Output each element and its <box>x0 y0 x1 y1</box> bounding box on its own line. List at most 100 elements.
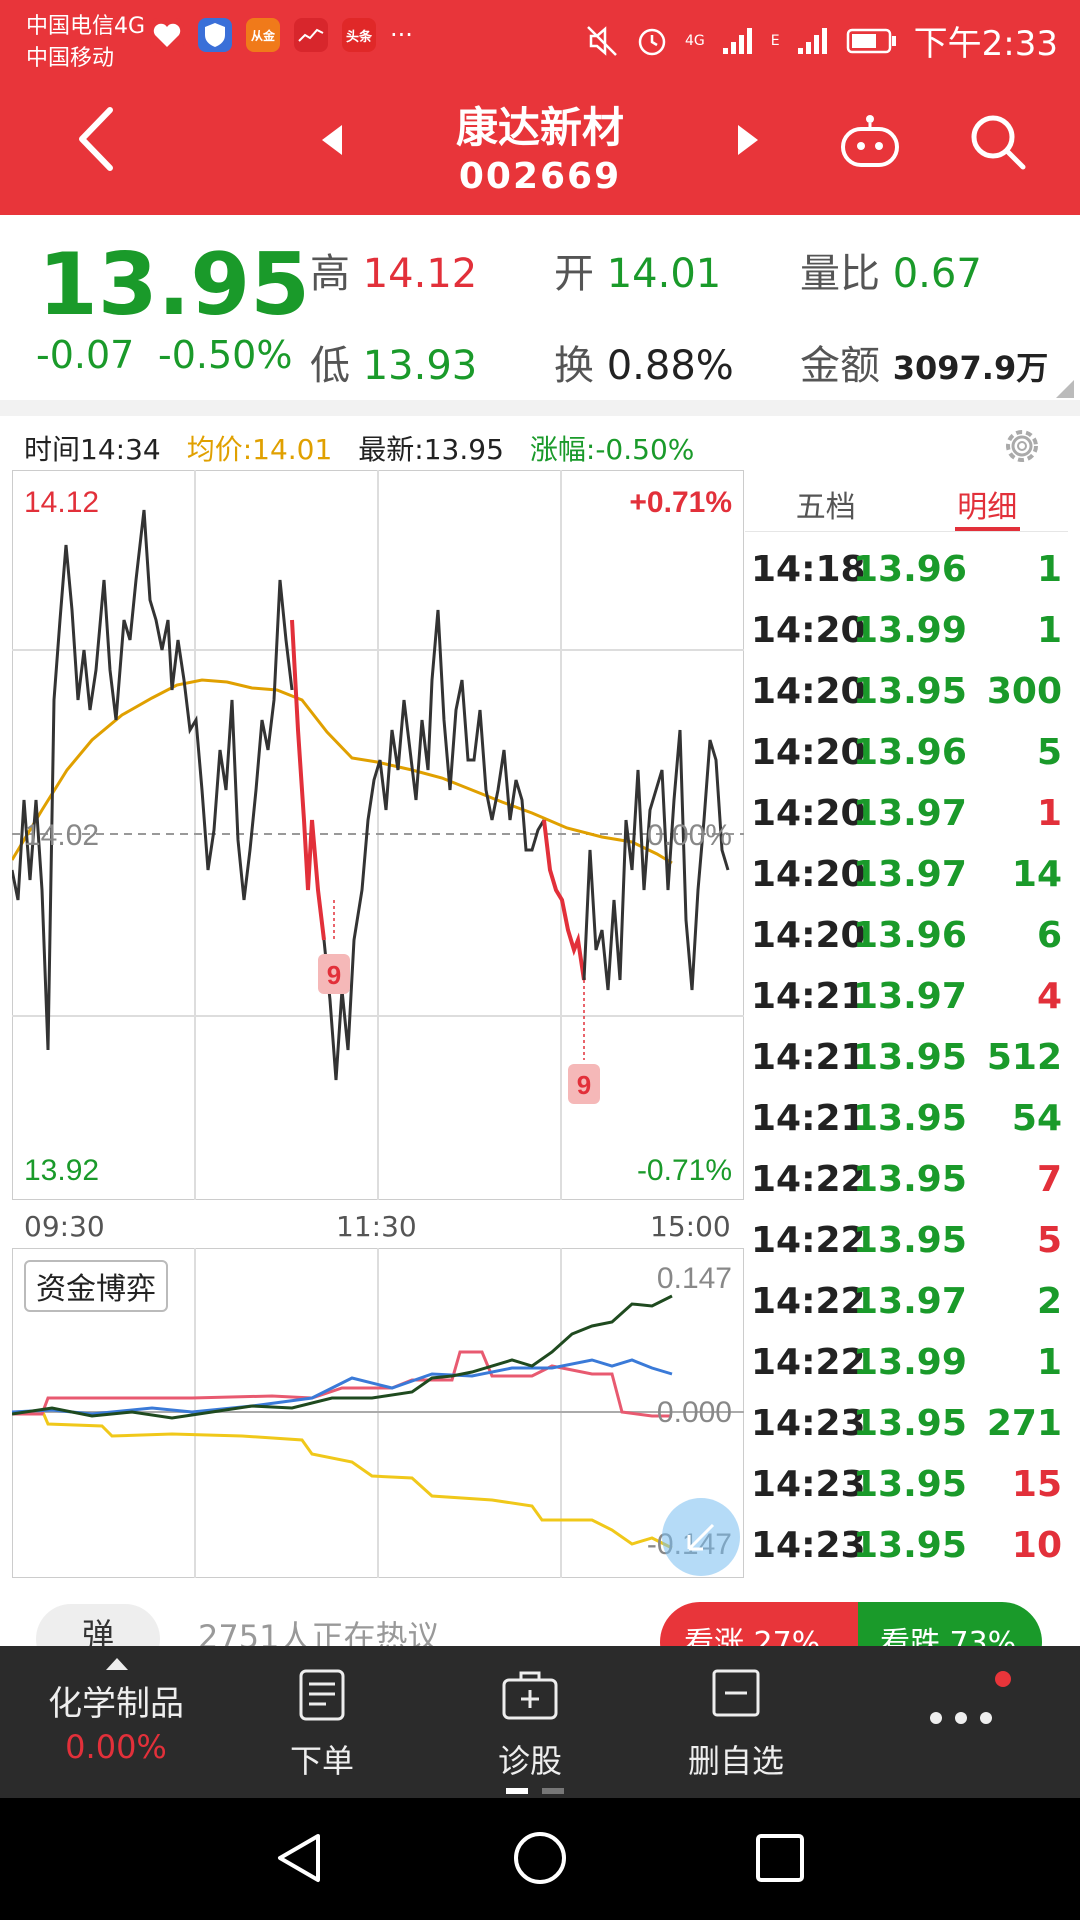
tick-volume: 54 <box>1011 1098 1062 1139</box>
clock: 下午2:33 <box>913 24 1058 64</box>
detail-tabs: 五档 明细 <box>745 470 1068 532</box>
amount-value: 3097.9万 <box>892 349 1049 387</box>
time-label-open: 09:30 <box>24 1210 105 1243</box>
vote-bullish-button[interactable]: 看涨 27% <box>660 1602 858 1646</box>
notification-icons: 从金 头条 ··· <box>150 18 413 52</box>
tick-volume: 1 <box>1036 549 1062 590</box>
flow-axis-mid: 0.000 <box>657 1396 732 1429</box>
axis-mid-price: 14.02 <box>24 819 99 852</box>
page-indicator <box>506 1788 564 1794</box>
tick-row: 14:20 13.97 14 <box>745 854 1068 915</box>
app-badge-icon: 从金 <box>246 18 280 52</box>
tick-time: 14:23 <box>751 1464 866 1505</box>
tick-row: 14:21 13.97 4 <box>745 976 1068 1037</box>
open-value: 14.01 <box>606 251 722 297</box>
time-axis: 09:30 11:30 15:00 <box>12 1206 744 1246</box>
tick-time: 14:21 <box>751 976 866 1017</box>
discussion-count[interactable]: 2751人正在热议 <box>198 1612 439 1646</box>
signal-app-icon <box>294 18 328 52</box>
expand-chart-button[interactable] <box>662 1498 740 1576</box>
amount-label: 金额 <box>800 343 880 389</box>
open-label: 开 <box>554 251 594 297</box>
carrier-primary: 中国电信4G <box>26 14 146 39</box>
diagnose-stock-button[interactable]: 诊股 <box>440 1646 620 1798</box>
tab-order-book[interactable]: 五档 <box>745 470 907 531</box>
high-price: 高 14.12 <box>310 241 477 299</box>
tab-trade-detail[interactable]: 明细 <box>907 470 1069 531</box>
place-order-button[interactable]: 下单 <box>232 1646 412 1798</box>
tick-time: 14:22 <box>751 1342 866 1383</box>
robot-assistant-button[interactable] <box>836 106 904 176</box>
tick-price: 13.95 <box>853 1037 967 1078</box>
tick-time: 14:20 <box>751 793 866 834</box>
toutiao-icon: 头条 <box>342 18 376 52</box>
chart-settings-button[interactable] <box>1000 424 1044 468</box>
tick-row: 14:22 13.95 5 <box>745 1220 1068 1281</box>
discussion-strip: 弹 2751人正在热议 看涨 27% 看跌 73% <box>0 1582 1080 1646</box>
more-menu-button[interactable] <box>880 1646 1040 1798</box>
tick-volume: 1 <box>1036 1342 1062 1383</box>
tick-price: 13.96 <box>853 549 967 590</box>
sector-button[interactable]: 化学制品 0.00% <box>0 1646 232 1798</box>
tick-price: 13.95 <box>853 1464 967 1505</box>
tick-time: 14:20 <box>751 610 866 651</box>
tick-price: 13.95 <box>853 1098 967 1139</box>
android-back-button[interactable] <box>270 1828 330 1888</box>
sector-change: 0.00% <box>65 1728 167 1766</box>
expand-arrow-icon <box>687 1523 715 1551</box>
tick-price: 13.95 <box>853 1403 967 1444</box>
tick-row: 14:18 13.96 1 <box>745 549 1068 610</box>
tick-volume: 10 <box>1011 1525 1062 1566</box>
shield-icon <box>198 18 232 52</box>
flow-axis-top: 0.147 <box>657 1262 732 1295</box>
axis-top-price: 14.12 <box>24 486 99 519</box>
tick-volume: 512 <box>986 1037 1062 1078</box>
tick-row: 14:20 13.99 1 <box>745 610 1068 671</box>
stock-name: 康达新材 <box>455 103 624 152</box>
volume-ratio-value: 0.67 <box>892 251 982 297</box>
tick-row: 14:21 13.95 54 <box>745 1098 1068 1159</box>
android-recents-button[interactable] <box>750 1828 810 1888</box>
android-home-button[interactable] <box>510 1828 570 1888</box>
tick-row: 14:23 13.95 15 <box>745 1464 1068 1525</box>
order-document-icon <box>299 1669 345 1721</box>
signal-icon <box>722 27 752 54</box>
expand-corner-icon[interactable] <box>1056 380 1074 398</box>
tick-price: 13.96 <box>853 732 967 773</box>
info-time: 时间14:34 <box>24 433 161 466</box>
intraday-price-chart[interactable]: 9 9 14.12 +0.71% 14.02 0.00% 13.92 -0.71… <box>12 470 744 1200</box>
tick-price: 13.97 <box>853 1281 967 1322</box>
battery-icon <box>846 28 896 53</box>
android-navigation-bar <box>0 1798 1080 1920</box>
tick-row: 14:20 13.95 300 <box>745 671 1068 732</box>
page-dot-1 <box>506 1788 528 1794</box>
tick-price: 13.95 <box>853 1220 967 1261</box>
tick-time: 14:20 <box>751 671 866 712</box>
turnover-label: 换 <box>554 343 594 389</box>
tick-price: 13.99 <box>853 610 967 651</box>
turnover-rate: 换 0.88% <box>554 333 734 391</box>
tick-volume: 6 <box>1036 915 1062 956</box>
next-stock-button[interactable] <box>728 120 768 160</box>
danmu-toggle-button[interactable]: 弹 <box>36 1604 160 1646</box>
tick-row: 14:23 13.95 10 <box>745 1525 1068 1580</box>
info-avg-price: 均价:14.01 <box>186 433 333 466</box>
tick-row: 14:1814.0020 <box>745 532 1068 549</box>
tick-price: 13.95 <box>853 1159 967 1200</box>
tick-time: 14:20 <box>751 854 866 895</box>
tick-time: 14:23 <box>751 1525 866 1566</box>
tick-time: 14:21 <box>751 1098 866 1139</box>
page-dot-2 <box>542 1788 564 1794</box>
tick-volume: 4 <box>1036 976 1062 1017</box>
tick-time: 14:22 <box>751 1159 866 1200</box>
fund-flow-label[interactable]: 资金博弈 <box>24 1260 168 1312</box>
remove-watchlist-button[interactable]: 删自选 <box>646 1646 826 1798</box>
search-button[interactable] <box>966 110 1030 174</box>
app-header: 中国电信4G 中国移动 从金 头条 ··· 4G E 下午2:33 康达新材 0… <box>0 0 1080 215</box>
tick-price: 13.95 <box>853 671 967 712</box>
medical-kit-icon <box>502 1671 558 1720</box>
bottom-toolbar: 化学制品 0.00% 下单 诊股 删自选 <box>0 1646 1080 1798</box>
tick-list[interactable]: 14:1814.002014:1813.96114:2013.99114:201… <box>745 532 1068 1580</box>
vote-bearish-button[interactable]: 看跌 73% <box>858 1602 1042 1646</box>
tick-row: 14:21 13.95 512 <box>745 1037 1068 1098</box>
